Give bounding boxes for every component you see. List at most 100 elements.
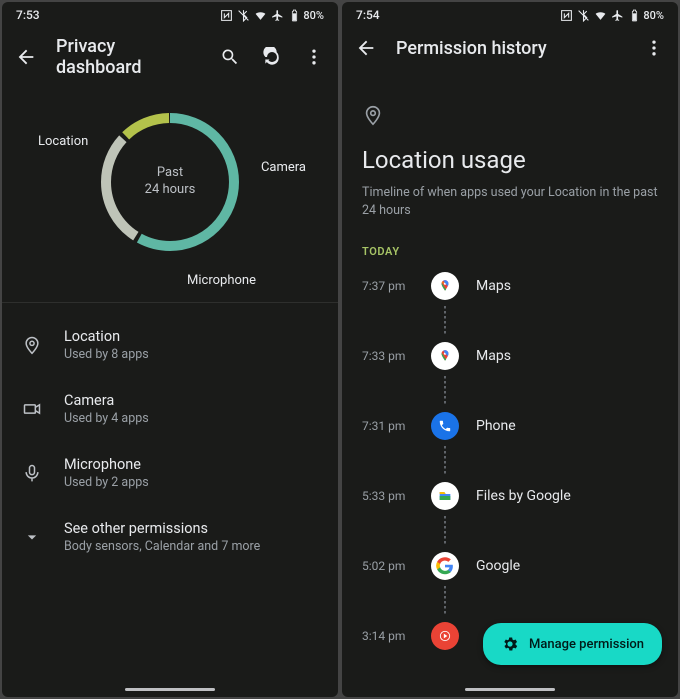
perm-sub: Used by 4 apps [64, 411, 149, 426]
airplane-icon [611, 9, 624, 22]
app-bar: Permission history [342, 24, 678, 70]
clock: 7:54 [356, 8, 380, 22]
back-button[interactable] [354, 36, 378, 60]
app-bar: Privacy dashboard [2, 24, 338, 88]
perm-title: Microphone [64, 456, 149, 473]
timeline-connector [430, 446, 460, 476]
fab-label: Manage permission [529, 637, 644, 652]
refresh-icon [262, 47, 282, 67]
timeline-item[interactable]: 7:33 pm Maps [362, 336, 658, 376]
timeline-item[interactable]: 5:02 pm Google [362, 546, 658, 586]
perm-title: Location [64, 328, 149, 345]
timeline-item[interactable]: 5:33 pm Files by Google [362, 476, 658, 516]
back-button[interactable] [14, 45, 38, 69]
timeline-connector [430, 306, 460, 336]
donut-label-microphone: Microphone [187, 273, 256, 288]
perm-sub: Used by 8 apps [64, 347, 149, 362]
perm-title: See other permissions [64, 520, 260, 537]
chevron-down-icon [22, 527, 42, 547]
donut-label-location: Location [38, 134, 88, 149]
timeline-connector [430, 376, 460, 406]
donut-label-camera: Camera [261, 160, 306, 175]
manage-permission-button[interactable]: Manage permission [483, 623, 662, 665]
timeline-time: 7:37 pm [362, 279, 414, 293]
appbar-title: Privacy dashboard [56, 36, 200, 78]
clock: 7:53 [16, 8, 40, 22]
overflow-button[interactable] [642, 36, 666, 60]
battery-indicator: 80% [288, 9, 324, 22]
perm-sub: Body sensors, Calendar and 7 more [64, 539, 260, 554]
location-icon [22, 335, 42, 355]
timeline-item[interactable]: 7:31 pm Phone [362, 406, 658, 446]
google-icon [431, 552, 459, 580]
perm-item-microphone[interactable]: Microphone Used by 2 apps [10, 441, 330, 505]
divider [2, 302, 338, 303]
donut-center-l1: Past [157, 165, 183, 182]
permission-list: Location Used by 8 apps Camera Used by 4… [2, 307, 338, 569]
nfc-icon [220, 9, 233, 22]
youtube-music-icon [431, 622, 459, 650]
gesture-bar[interactable] [465, 688, 555, 691]
timeline-time: 7:31 pm [362, 419, 414, 433]
appbar-title: Permission history [396, 38, 624, 59]
microphone-icon [22, 463, 42, 483]
status-icons: 80% [560, 9, 664, 22]
overflow-button[interactable] [302, 45, 326, 69]
camera-icon [22, 399, 42, 419]
gear-icon [501, 635, 519, 653]
refresh-button[interactable] [260, 45, 284, 69]
timeline-app: Maps [476, 348, 511, 364]
perm-item-other[interactable]: See other permissions Body sensors, Cale… [10, 505, 330, 569]
phone-icon [431, 412, 459, 440]
privacy-dashboard-screen: 7:53 80% Privacy dashboard [2, 2, 338, 697]
gesture-bar[interactable] [125, 688, 215, 691]
timeline-time: 7:33 pm [362, 349, 414, 363]
location-icon [362, 104, 384, 126]
timeline-item[interactable]: 7:37 pm Maps [362, 266, 658, 306]
section-today: TODAY [342, 219, 678, 266]
perm-item-camera[interactable]: Camera Used by 4 apps [10, 377, 330, 441]
maps-icon [431, 342, 459, 370]
bluetooth-off-icon [577, 9, 590, 22]
search-icon [220, 47, 240, 67]
status-bar: 7:53 80% [2, 2, 338, 24]
wifi-icon [254, 9, 267, 22]
status-bar: 7:54 80% [342, 2, 678, 24]
timeline-connector [430, 586, 460, 616]
more-vert-icon [644, 38, 664, 58]
timeline-connector [430, 516, 460, 546]
files-icon [431, 482, 459, 510]
timeline: 7:37 pm Maps 7:33 pm Maps 7:31 pm Phone … [342, 266, 678, 656]
battery-icon [628, 9, 641, 22]
timeline-time: 5:02 pm [362, 559, 414, 573]
timeline-app: Google [476, 558, 520, 574]
status-icons: 80% [220, 9, 324, 22]
maps-icon [431, 272, 459, 300]
page-subtitle: Timeline of when apps used your Location… [362, 184, 658, 219]
donut-center: Past 24 hours [86, 98, 254, 266]
nfc-icon [560, 9, 573, 22]
arrow-back-icon [355, 37, 377, 59]
timeline-time: 5:33 pm [362, 489, 414, 503]
page-title: Location usage [362, 146, 658, 174]
battery-icon [288, 9, 301, 22]
battery-indicator: 80% [628, 9, 664, 22]
bluetooth-off-icon [237, 9, 250, 22]
perm-item-location[interactable]: Location Used by 8 apps [10, 313, 330, 377]
timeline-app: Maps [476, 278, 511, 294]
timeline-time: 3:14 pm [362, 629, 414, 643]
more-vert-icon [304, 47, 324, 67]
battery-percent: 80% [643, 9, 664, 22]
perm-title: Camera [64, 392, 149, 409]
battery-percent: 80% [303, 9, 324, 22]
usage-donut: Past 24 hours Location Camera Microphone [2, 88, 338, 266]
permission-history-screen: 7:54 80% Permission history Location usa… [342, 2, 678, 697]
page-header: Location usage Timeline of when apps use… [342, 70, 678, 219]
timeline-app: Files by Google [476, 488, 571, 504]
search-button[interactable] [218, 45, 242, 69]
perm-sub: Used by 2 apps [64, 475, 149, 490]
arrow-back-icon [15, 46, 37, 68]
donut-center-l2: 24 hours [145, 182, 196, 199]
wifi-icon [594, 9, 607, 22]
timeline-app: Phone [476, 418, 516, 434]
